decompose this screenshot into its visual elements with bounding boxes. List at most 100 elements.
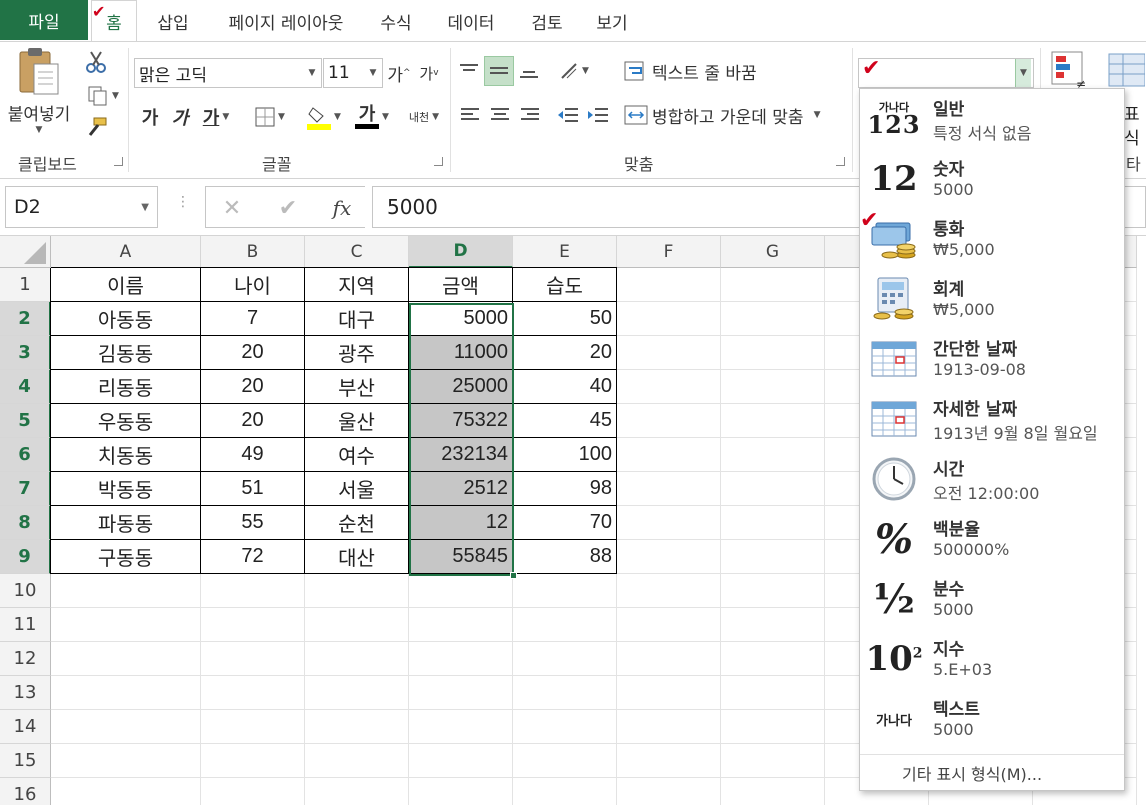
table-cell[interactable]: 구동동 [51,540,201,574]
table-cell[interactable]: 12 [409,506,513,540]
table-cell[interactable]: 파동동 [51,506,201,540]
empty-cell[interactable] [721,370,825,404]
format-option-short-date[interactable]: 간단한 날짜 1913-09-08 [860,329,1124,389]
format-option-text[interactable]: 가나다 텍스트 5000 [860,689,1124,749]
empty-cell[interactable] [305,608,409,642]
table-cell[interactable]: 광주 [305,336,409,370]
empty-cell[interactable] [409,778,513,805]
empty-cell[interactable] [721,676,825,710]
empty-cell[interactable] [201,778,305,805]
conditional-formatting-button[interactable]: ≠ [1048,48,1092,92]
tab-formulas[interactable]: 수식 [368,0,424,42]
row-header-2[interactable]: 2 [0,302,51,336]
empty-cell[interactable] [721,268,825,302]
format-as-table-button[interactable] [1104,48,1146,92]
empty-cell[interactable] [721,404,825,438]
column-header-c[interactable]: C [305,236,409,268]
row-header-4[interactable]: 4 [0,370,51,404]
empty-cell[interactable] [617,438,721,472]
table-cell[interactable]: 40 [513,370,617,404]
empty-cell[interactable] [409,744,513,778]
empty-cell[interactable] [721,710,825,744]
column-header-e[interactable]: E [513,236,617,268]
fill-color-button[interactable]: ▼ [302,102,346,132]
empty-cell[interactable] [201,676,305,710]
empty-cell[interactable] [409,608,513,642]
empty-cell[interactable] [617,370,721,404]
header-cell[interactable]: 지역 [305,268,409,302]
empty-cell[interactable] [51,574,201,608]
format-option-number[interactable]: 12 숫자 5000 [860,149,1124,209]
empty-cell[interactable] [51,744,201,778]
empty-cell[interactable] [617,778,721,805]
table-cell[interactable]: 대산 [305,540,409,574]
format-option-fraction[interactable]: ½ 분수 5000 [860,569,1124,629]
tab-insert[interactable]: 삽입 [146,0,200,42]
table-cell[interactable]: 11000 [409,336,513,370]
empty-cell[interactable] [721,506,825,540]
paste-button[interactable]: 붙여넣기 ▼ [6,46,72,146]
table-cell[interactable]: 여수 [305,438,409,472]
column-header-a[interactable]: A [51,236,201,268]
bottom-align-button[interactable] [516,56,542,86]
empty-cell[interactable] [305,710,409,744]
table-cell[interactable]: 45 [513,404,617,438]
table-cell[interactable]: 51 [201,472,305,506]
empty-cell[interactable] [617,574,721,608]
empty-cell[interactable] [513,744,617,778]
empty-cell[interactable] [721,540,825,574]
italic-button[interactable]: 가 [168,102,192,132]
row-header-11[interactable]: 11 [0,608,51,642]
alignment-launcher-icon[interactable] [836,157,845,166]
row-header-12[interactable]: 12 [0,642,51,676]
tab-page-layout[interactable]: 페이지 레이아웃 [212,0,360,42]
table-cell[interactable]: 김동동 [51,336,201,370]
table-cell[interactable]: 20 [201,370,305,404]
row-header-1[interactable]: 1 [0,268,51,302]
empty-cell[interactable] [305,642,409,676]
format-painter-button[interactable] [82,114,110,142]
empty-cell[interactable] [409,642,513,676]
empty-cell[interactable] [721,608,825,642]
header-cell[interactable]: 습도 [513,268,617,302]
more-number-formats-button[interactable]: 기타 표시 형식(M)... [860,754,1124,790]
format-option-long-date[interactable]: 자세한 날짜 1913년 9월 8일 월요일 [860,389,1124,449]
empty-cell[interactable] [617,506,721,540]
table-cell[interactable]: 박동동 [51,472,201,506]
empty-cell[interactable] [617,540,721,574]
table-cell[interactable]: 울산 [305,404,409,438]
format-option-clock[interactable]: 시간 오전 12:00:00 [860,449,1124,509]
empty-cell[interactable] [617,710,721,744]
format-option-scientific[interactable]: 102 지수 5.E+03 [860,629,1124,689]
empty-cell[interactable] [513,642,617,676]
empty-cell[interactable] [513,710,617,744]
tab-data[interactable]: 데이터 [436,0,506,42]
empty-cell[interactable] [513,676,617,710]
select-all-button[interactable] [0,236,51,268]
phonetic-button[interactable]: 내천 ▼ [402,102,446,132]
format-option-percent[interactable]: % 백분율 500000% [860,509,1124,569]
row-header-16[interactable]: 16 [0,778,51,805]
format-option-general[interactable]: 가나다 123 일반 특정 서식 없음 [860,89,1124,149]
wrap-text-button[interactable]: 텍스트 줄 바꿈 [624,56,784,86]
column-header-b[interactable]: B [201,236,305,268]
table-cell[interactable]: 55845 [409,540,513,574]
middle-align-button[interactable] [484,56,514,86]
empty-cell[interactable] [617,404,721,438]
fill-handle[interactable] [510,572,517,579]
empty-cell[interactable] [305,574,409,608]
empty-cell[interactable] [721,336,825,370]
bold-button[interactable]: 가 [138,102,162,132]
row-header-5[interactable]: 5 [0,404,51,438]
table-cell[interactable]: 7 [201,302,305,336]
empty-cell[interactable] [201,642,305,676]
table-cell[interactable]: 50 [513,302,617,336]
table-cell[interactable]: 부산 [305,370,409,404]
font-launcher-icon[interactable] [434,157,443,166]
format-option-accounting[interactable]: 회계 ₩5,000 [860,269,1124,329]
empty-cell[interactable] [721,778,825,805]
table-cell[interactable]: 치동동 [51,438,201,472]
tab-view[interactable]: 보기 [585,0,639,42]
number-format-select[interactable]: ▼ [858,58,1034,88]
table-cell[interactable]: 25000 [409,370,513,404]
